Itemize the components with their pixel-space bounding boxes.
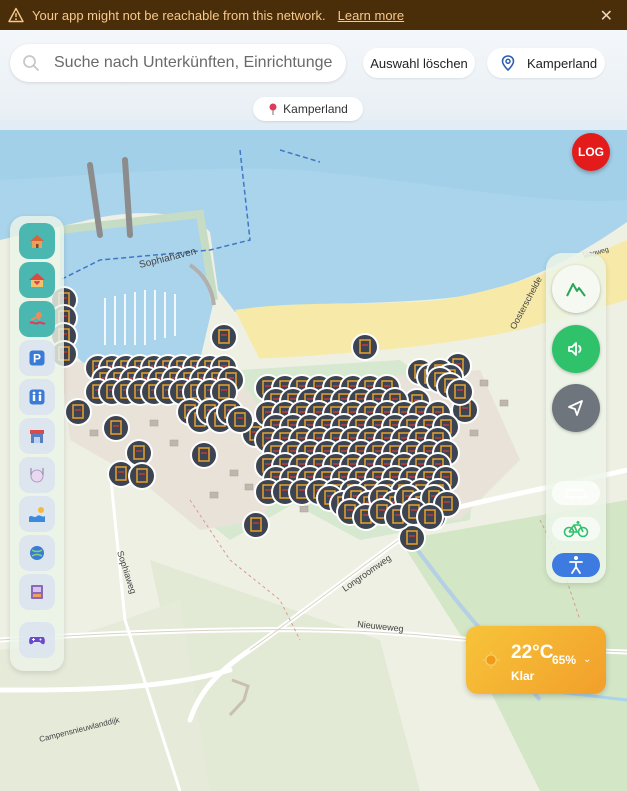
search-input[interactable] bbox=[52, 53, 346, 73]
terrain-button[interactable] bbox=[552, 265, 600, 313]
navigation-arrow-icon bbox=[568, 400, 583, 416]
facility-marker-icon[interactable] bbox=[190, 441, 218, 469]
category-games-button[interactable] bbox=[19, 622, 55, 658]
cinema-icon bbox=[31, 585, 43, 599]
map-controls-panel bbox=[546, 253, 606, 583]
category-shop-button[interactable] bbox=[19, 418, 55, 454]
weather-condition: Klar bbox=[511, 669, 535, 683]
weather-temperature: 22°C bbox=[511, 642, 554, 663]
facility-marker-icon[interactable] bbox=[64, 398, 92, 426]
beach-icon bbox=[29, 507, 45, 522]
banner-message: Your app might not be reachable from thi… bbox=[32, 7, 326, 23]
category-sports-button[interactable] bbox=[19, 535, 55, 571]
svg-text:P: P bbox=[33, 352, 41, 366]
swim-icon bbox=[29, 312, 46, 325]
navigate-button[interactable] bbox=[552, 384, 600, 432]
toilet-icon bbox=[29, 389, 45, 405]
location-label: Kamperland bbox=[527, 55, 598, 71]
category-entertainment-button[interactable] bbox=[19, 574, 55, 610]
speaker-icon bbox=[568, 342, 582, 356]
log-label: LOG bbox=[578, 145, 604, 159]
location-button[interactable]: Kamperland bbox=[487, 48, 605, 78]
weather-humidity: 65% bbox=[552, 653, 577, 667]
store-icon bbox=[30, 430, 44, 443]
facility-marker-icon[interactable] bbox=[416, 503, 444, 531]
location-pin-icon bbox=[501, 55, 515, 71]
location-chip-label: Kamperland bbox=[283, 102, 348, 116]
facility-marker-icon[interactable] bbox=[351, 333, 379, 361]
bicycle-icon bbox=[563, 521, 589, 538]
facility-marker-icon[interactable] bbox=[210, 323, 238, 351]
mode-bike-button[interactable] bbox=[552, 517, 600, 541]
facility-marker-icon[interactable] bbox=[128, 462, 156, 490]
gamepad-icon bbox=[29, 637, 45, 645]
category-restaurant-button[interactable] bbox=[19, 457, 55, 493]
sun-icon bbox=[482, 651, 500, 669]
search-icon bbox=[23, 55, 39, 71]
search-bar[interactable] bbox=[10, 44, 346, 82]
top-toolbar: Auswahl löschen Kamperland Kamperland bbox=[0, 30, 627, 130]
clear-selection-button[interactable]: Auswahl löschen bbox=[363, 48, 475, 78]
map-pin-icon bbox=[269, 103, 277, 115]
ball-icon bbox=[30, 546, 44, 560]
warning-triangle-icon bbox=[8, 7, 24, 23]
category-beach-button[interactable] bbox=[19, 496, 55, 532]
house-heart-icon bbox=[29, 273, 45, 287]
category-filter-panel: P bbox=[10, 216, 64, 671]
weather-widget[interactable]: 22°C 65% ⌄ Klar bbox=[466, 626, 606, 694]
mode-car-button[interactable] bbox=[552, 481, 600, 505]
walking-person-icon bbox=[569, 556, 583, 574]
log-button[interactable]: LOG bbox=[572, 133, 610, 171]
facility-marker-icon[interactable] bbox=[102, 414, 130, 442]
chevron-down-icon[interactable]: ⌄ bbox=[583, 654, 591, 665]
car-icon bbox=[565, 489, 587, 500]
category-swimming-button[interactable] bbox=[19, 301, 55, 337]
mode-walk-button[interactable] bbox=[552, 553, 600, 577]
sound-button[interactable] bbox=[552, 325, 600, 373]
category-accommodation-button[interactable] bbox=[19, 223, 55, 259]
category-parking-button[interactable]: P bbox=[19, 340, 55, 376]
parking-icon: P bbox=[29, 350, 45, 366]
clear-selection-label: Auswahl löschen bbox=[370, 55, 468, 71]
network-warning-banner: Your app might not be reachable from thi… bbox=[0, 0, 627, 30]
close-icon[interactable]: ✕ bbox=[600, 6, 613, 26]
facility-marker-icon[interactable] bbox=[226, 406, 254, 434]
learn-more-link[interactable]: Learn more bbox=[338, 8, 404, 23]
category-toilets-button[interactable] bbox=[19, 379, 55, 415]
house-icon bbox=[30, 235, 44, 248]
mountain-icon bbox=[566, 283, 586, 297]
facility-marker-icon[interactable] bbox=[242, 511, 270, 539]
location-chip[interactable]: Kamperland bbox=[253, 97, 363, 121]
facility-marker-icon[interactable] bbox=[446, 378, 474, 406]
category-holiday-homes-button[interactable] bbox=[19, 262, 55, 298]
plate-icon bbox=[30, 468, 44, 483]
